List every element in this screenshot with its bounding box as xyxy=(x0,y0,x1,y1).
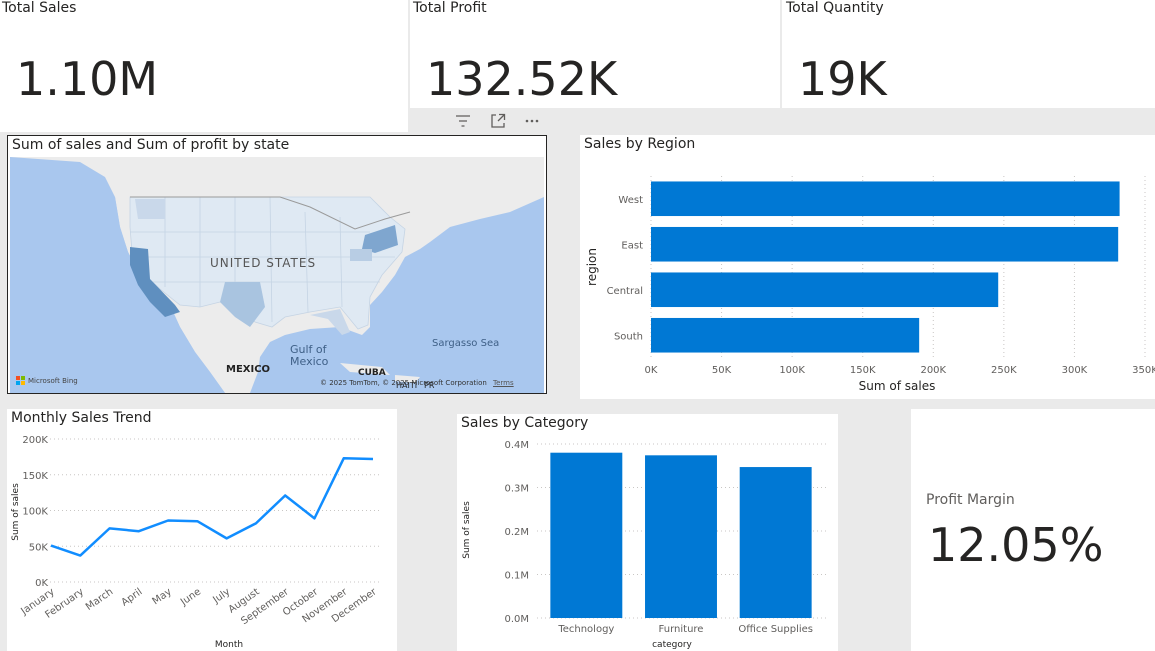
region-category-label: South xyxy=(614,331,643,342)
category-ytick-label: 0.4M xyxy=(504,440,529,451)
kpi-card-total-profit[interactable]: Total Profit 132.52K xyxy=(410,0,780,108)
region-category-label: Central xyxy=(607,286,643,297)
kpi-title: Total Sales xyxy=(2,0,77,16)
filter-icon[interactable] xyxy=(454,112,472,130)
region-bar xyxy=(651,317,920,353)
monthly-chart-ylabel: Sum of sales xyxy=(11,483,21,541)
kpi-card-total-sales[interactable]: Total Sales 1.10M xyxy=(0,0,408,132)
category-chart-visual[interactable]: Sales by Category Sum of sales category … xyxy=(457,414,838,651)
region-chart-xlabel: Sum of sales xyxy=(859,379,936,393)
profit-margin-value: 12.05% xyxy=(928,518,1104,572)
region-bar xyxy=(651,272,999,308)
monthly-ytick-label: 150K xyxy=(22,471,48,482)
region-tick-label: 50K xyxy=(712,365,732,376)
category-chart-svg: Sum of sales category 0.0M 0.1M 0.2M 0.3M 0.… xyxy=(462,440,829,650)
region-tick-label: 350K xyxy=(1132,365,1155,376)
region-bar xyxy=(651,226,1119,262)
map-svg xyxy=(10,157,544,393)
region-bar xyxy=(651,181,1120,217)
bing-logo: Microsoft Bing xyxy=(16,376,78,385)
region-tick-label: 0K xyxy=(645,365,658,376)
map-label-mexico: MEXICO xyxy=(226,364,271,375)
kpi-value: 132.52K xyxy=(426,52,618,106)
map-title: Sum of sales and Sum of profit by state xyxy=(12,137,290,153)
category-chart-xlabel: category xyxy=(652,640,692,650)
map-canvas[interactable]: UNITED STATES Gulf of Mexico MEXICO Sarg… xyxy=(10,157,544,393)
monthly-line xyxy=(50,457,374,557)
copyright-text: © 2025 TomTom, © 2025 Microsoft Corporat… xyxy=(320,379,487,387)
monthly-chart-xlabel: Month xyxy=(215,640,243,650)
kpi-title: Total Profit xyxy=(413,0,487,16)
monthly-chart-svg: Sum of sales Month 0K50K100K150K200KJanu… xyxy=(11,435,382,650)
microsoft-logo-icon xyxy=(16,376,25,385)
region-category-label: West xyxy=(618,195,643,206)
category-ytick-label: 0.3M xyxy=(504,484,529,495)
more-options-icon[interactable] xyxy=(523,112,541,130)
category-bar xyxy=(550,452,623,618)
monthly-ytick-label: 200K xyxy=(22,435,48,446)
region-tick-label: 200K xyxy=(920,365,946,376)
category-bar xyxy=(645,455,717,618)
category-ytick-label: 0.0M xyxy=(504,614,529,625)
kpi-title: Total Quantity xyxy=(786,0,884,16)
category-bar xyxy=(739,467,812,618)
monthly-ytick-label: 0K xyxy=(35,578,48,589)
terms-link[interactable]: Terms xyxy=(493,379,514,387)
monthly-xtick-label: June xyxy=(178,586,203,608)
region-category-label: East xyxy=(621,240,643,251)
map-copyright: © 2025 TomTom, © 2025 Microsoft Corporat… xyxy=(320,379,514,387)
kpi-value: 1.10M xyxy=(16,52,159,106)
monthly-xtick-label: July xyxy=(210,586,232,606)
kpi-value: 19K xyxy=(798,52,887,106)
map-label-sargasso: Sargasso Sea xyxy=(432,338,500,349)
focus-mode-icon[interactable] xyxy=(489,112,507,130)
monthly-ytick-label: 100K xyxy=(22,507,48,518)
map-visual[interactable]: Sum of sales and Sum of profit by state xyxy=(7,135,547,394)
region-tick-label: 100K xyxy=(779,365,805,376)
category-xtick-label: Office Supplies xyxy=(738,624,813,635)
monthly-xtick-label: April xyxy=(120,586,145,608)
region-tick-label: 250K xyxy=(991,365,1017,376)
category-xtick-label: Technology xyxy=(557,624,614,635)
monthly-ytick-label: 50K xyxy=(29,542,49,553)
category-ytick-label: 0.2M xyxy=(504,527,529,538)
bing-label: Microsoft Bing xyxy=(28,376,78,385)
region-tick-label: 150K xyxy=(850,365,876,376)
region-tick-label: 300K xyxy=(1062,365,1088,376)
category-xtick-label: Furniture xyxy=(659,624,704,635)
profit-margin-title: Profit Margin xyxy=(926,492,1015,508)
map-label-gulf-2: Mexico xyxy=(290,355,329,368)
monthly-chart-visual[interactable]: Monthly Sales Trend Sum of sales Month 0… xyxy=(7,409,397,651)
region-chart-svg: region Sum of sales 0K 50K 100K 150K 200K 250… xyxy=(585,176,1155,393)
category-ytick-label: 0.1M xyxy=(504,571,529,582)
category-chart-ylabel: Sum of sales xyxy=(462,501,472,559)
region-chart-ylabel: region xyxy=(585,248,599,286)
profit-margin-card[interactable]: Profit Margin 12.05% xyxy=(911,409,1155,651)
region-chart-visual[interactable]: Sales by Region region Sum of sales 0K 50… xyxy=(580,135,1155,399)
kpi-card-total-quantity[interactable]: Total Quantity 19K xyxy=(782,0,1155,108)
monthly-xtick-label: May xyxy=(151,586,174,607)
monthly-xtick-label: March xyxy=(84,586,115,612)
map-label-cuba: CUBA xyxy=(358,368,386,378)
map-label-country: UNITED STATES xyxy=(210,256,317,270)
